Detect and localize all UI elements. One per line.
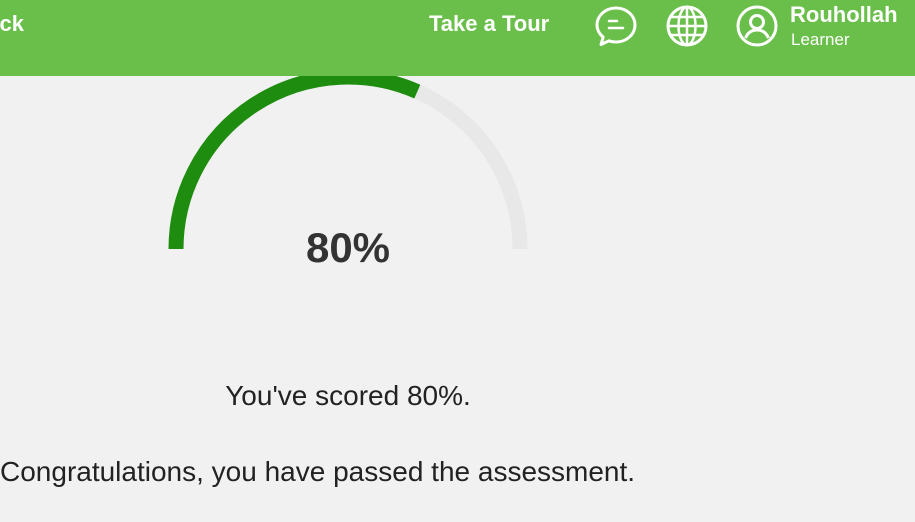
pass-message: Congratulations, you have passed the ass… xyxy=(0,456,636,487)
score-percentage: 80% xyxy=(305,224,391,271)
globe-icon xyxy=(666,5,708,47)
language-button[interactable] xyxy=(665,4,709,48)
back-link[interactable]: Back xyxy=(0,10,60,40)
chat-button[interactable] xyxy=(594,4,638,48)
top-navigation-bar: Back Take a Tour Rouhollah Learner xyxy=(0,0,915,76)
chat-icon xyxy=(595,6,637,46)
back-link-label: Back xyxy=(0,11,24,36)
user-role: Learner xyxy=(791,30,850,49)
score-message: You've scored 80%. xyxy=(225,380,471,411)
take-a-tour-link[interactable]: Take a Tour xyxy=(429,11,549,37)
user-avatar-button[interactable] xyxy=(735,4,779,48)
user-avatar-icon xyxy=(736,5,778,47)
user-name[interactable]: Rouhollah xyxy=(790,2,898,28)
